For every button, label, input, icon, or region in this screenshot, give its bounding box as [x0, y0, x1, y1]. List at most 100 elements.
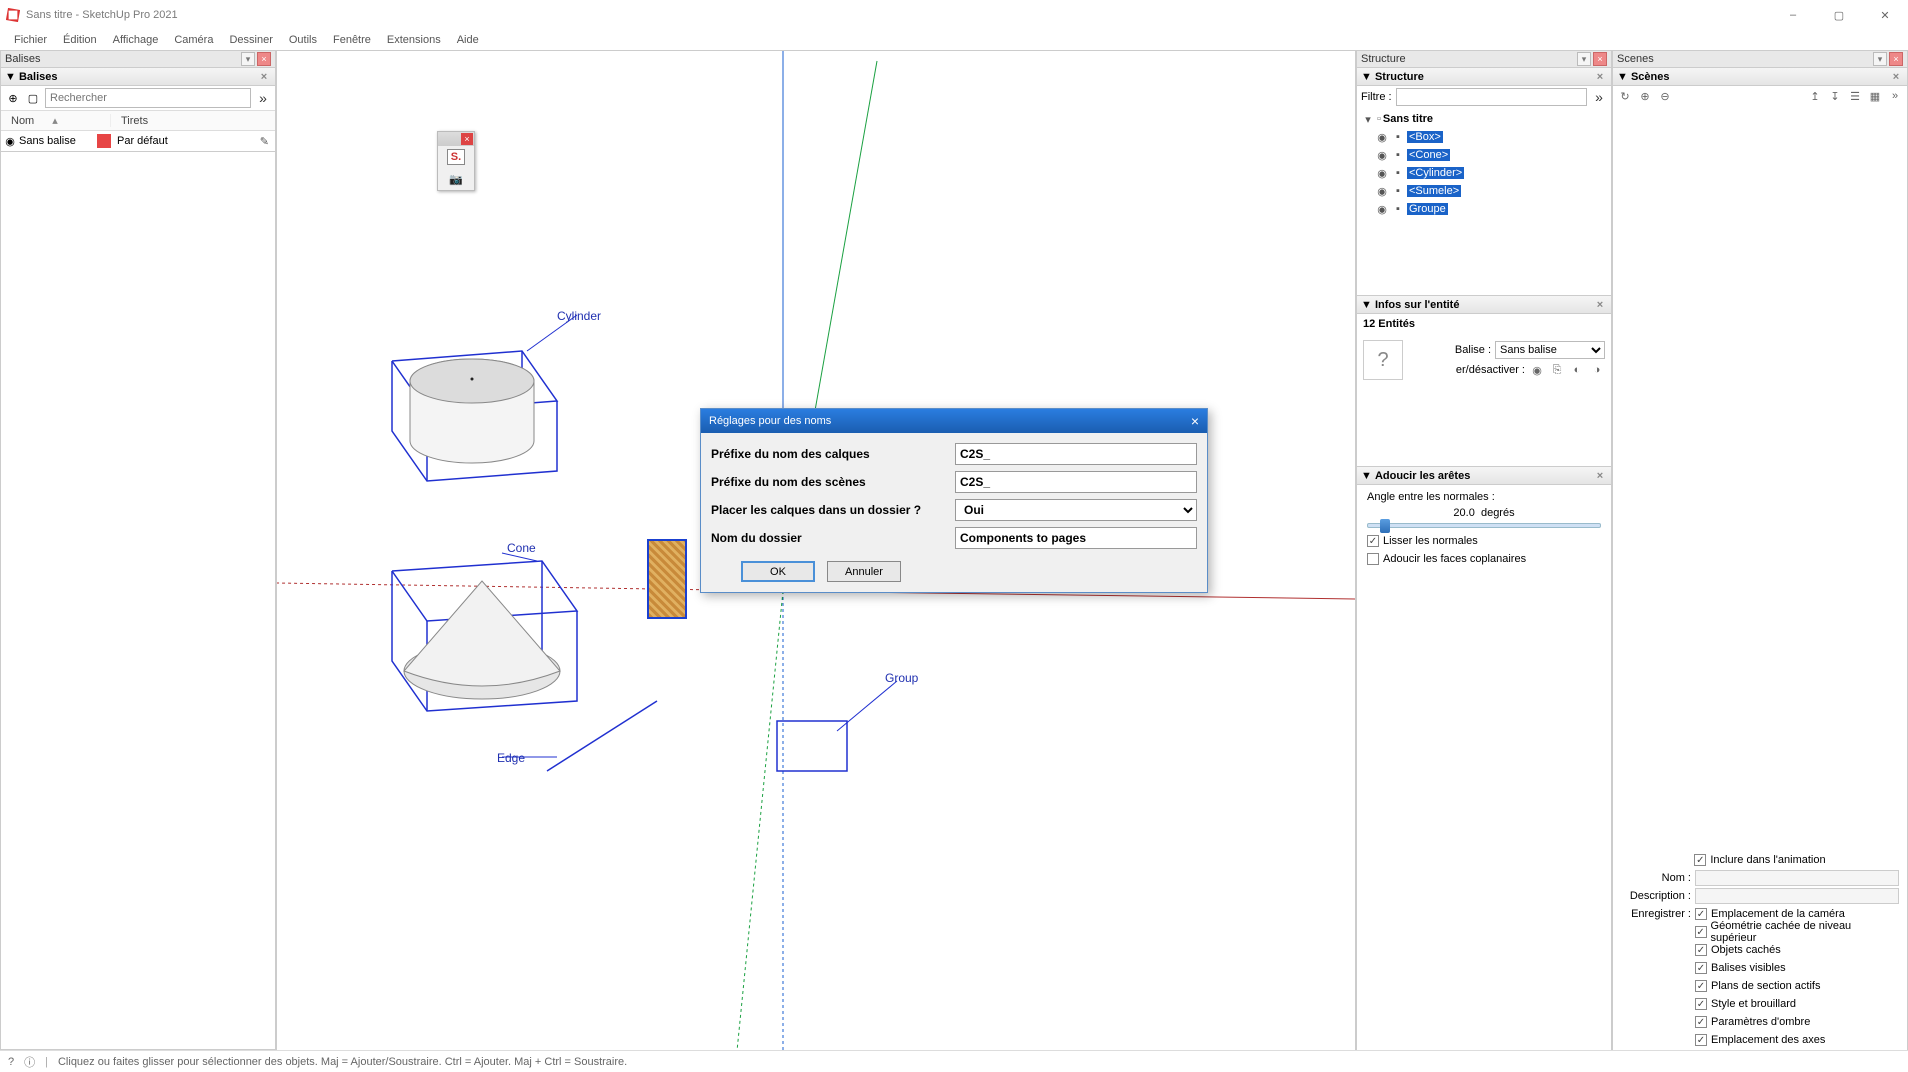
dialog-close-icon[interactable]: ×	[1191, 413, 1199, 429]
scene-opt-checkbox[interactable]: ✓	[1695, 926, 1707, 938]
scene-desc-label: Description :	[1621, 890, 1691, 902]
close-icon[interactable]: ×	[461, 133, 473, 145]
scene-prefix-label: Préfixe du nom des scènes	[711, 475, 955, 489]
window-close-button[interactable]: ✕	[1862, 0, 1908, 30]
structure-dock-title[interactable]: Structure ▾×	[1356, 50, 1612, 68]
receive-shadow-icon[interactable]: ◑	[1589, 362, 1605, 378]
tree-item[interactable]: ◉▪<Cone>	[1375, 146, 1607, 164]
tree-item[interactable]: ◉▪<Cylinder>	[1375, 164, 1607, 182]
dialog-title-bar[interactable]: Réglages pour des noms ×	[701, 409, 1207, 433]
entity-panel-header[interactable]: ▼ Infos sur l'entité ×	[1356, 296, 1612, 314]
tree-item[interactable]: ◉▪<Box>	[1375, 128, 1607, 146]
col-nom[interactable]: Nom	[11, 115, 34, 127]
edit-icon[interactable]: ✎	[260, 135, 269, 148]
window-maximize-button[interactable]: ▢	[1816, 0, 1862, 30]
scene-opt-checkbox[interactable]: ✓	[1695, 1034, 1707, 1046]
close-icon[interactable]: ×	[1889, 52, 1903, 66]
balises-panel-header[interactable]: ▼ Balises ×	[0, 68, 276, 86]
pin-icon[interactable]: ▾	[241, 52, 255, 66]
scene-move-down-icon[interactable]: ↧	[1827, 88, 1843, 104]
entity-thumb-icon: ?	[1363, 340, 1403, 380]
layer-prefix-input[interactable]	[955, 443, 1197, 465]
close-icon[interactable]: ×	[257, 70, 271, 84]
tree-root[interactable]: ▾▫ Sans titre	[1361, 110, 1607, 128]
menu-aide[interactable]: Aide	[451, 33, 485, 47]
menu-fenetre[interactable]: Fenêtre	[327, 33, 377, 47]
soften-panel-label: Adoucir les arêtes	[1375, 470, 1470, 482]
visibility-icon[interactable]: ◉	[1529, 362, 1545, 378]
info-icon[interactable]: ⓘ	[24, 1054, 35, 1070]
tree-item[interactable]: ◉▪<Sumele>	[1375, 182, 1607, 200]
smooth-normals-checkbox[interactable]: ✓	[1367, 535, 1379, 547]
soften-panel-header[interactable]: ▼ Adoucir les arêtes ×	[1356, 467, 1612, 485]
scene-opt-checkbox[interactable]: ✓	[1695, 1016, 1707, 1028]
scene-menu-icon[interactable]: »	[1887, 88, 1903, 104]
menu-dessiner[interactable]: Dessiner	[223, 33, 278, 47]
status-text: Cliquez ou faites glisser pour sélection…	[58, 1056, 627, 1068]
entity-tag-select[interactable]: Sans balise	[1495, 341, 1605, 359]
close-icon[interactable]: ×	[1889, 70, 1903, 84]
window-minimize-button[interactable]: –	[1770, 0, 1816, 30]
visibility-icon[interactable]: ◉	[1, 135, 19, 148]
scene-move-up-icon[interactable]: ↥	[1807, 88, 1823, 104]
add-tag-icon[interactable]: ⊕	[5, 90, 21, 106]
soften-angle-slider[interactable]	[1367, 523, 1601, 528]
scene-opt-checkbox[interactable]: ✓	[1695, 962, 1707, 974]
col-tirets[interactable]: Tirets	[111, 115, 275, 127]
close-icon[interactable]: ×	[1593, 70, 1607, 84]
folder-name-input[interactable]	[955, 527, 1197, 549]
menu-edition[interactable]: Édition	[57, 33, 103, 47]
shadow-icon[interactable]: ◐	[1569, 362, 1585, 378]
close-icon[interactable]: ×	[1593, 52, 1607, 66]
origin-figure	[647, 539, 687, 619]
close-icon[interactable]: ×	[257, 52, 271, 66]
menu-camera[interactable]: Caméra	[168, 33, 219, 47]
scene-name-input[interactable]	[1695, 870, 1899, 886]
pin-icon[interactable]: ▾	[1873, 52, 1887, 66]
scene-prefix-input[interactable]	[955, 471, 1197, 493]
plugin-icon[interactable]: S.	[438, 146, 474, 168]
soften-coplanar-checkbox[interactable]	[1367, 553, 1379, 565]
tag-color-swatch[interactable]	[97, 134, 111, 148]
update-scene-icon[interactable]: ↻	[1617, 88, 1633, 104]
cancel-button[interactable]: Annuler	[827, 561, 901, 582]
menu-extensions[interactable]: Extensions	[381, 33, 447, 47]
tag-row[interactable]: ◉ Sans balise Par défaut ✎	[1, 131, 275, 151]
scene-opt-checkbox[interactable]: ✓	[1695, 944, 1707, 956]
add-folder-icon[interactable]: ▢	[25, 90, 41, 106]
expand-icon[interactable]: »	[255, 90, 271, 106]
scene-opt-checkbox[interactable]: ✓	[1695, 998, 1707, 1010]
outliner-filter-input[interactable]	[1396, 88, 1587, 106]
scenes-dock-title[interactable]: Scenes ▾×	[1612, 50, 1908, 68]
add-scene-icon[interactable]: ⊕	[1637, 88, 1653, 104]
folder-toggle-select[interactable]: Oui	[955, 499, 1197, 521]
angle-label: Angle entre les normales :	[1367, 491, 1601, 503]
expand-icon[interactable]: »	[1591, 89, 1607, 105]
ok-button[interactable]: OK	[741, 561, 815, 582]
dialog-title: Réglages pour des noms	[709, 415, 831, 427]
floating-toolbar[interactable]: × S. 📷	[437, 131, 475, 191]
menubar: Fichier Édition Affichage Caméra Dessine…	[0, 30, 1908, 50]
scene-opt-label: Paramètres d'ombre	[1711, 1016, 1810, 1028]
menu-outils[interactable]: Outils	[283, 33, 323, 47]
tree-item[interactable]: ◉▪Groupe	[1375, 200, 1607, 218]
camera-tool-icon[interactable]: 📷	[438, 168, 474, 190]
lock-icon[interactable]: ⎘	[1549, 362, 1565, 378]
close-icon[interactable]: ×	[1593, 469, 1607, 483]
remove-scene-icon[interactable]: ⊖	[1657, 88, 1673, 104]
scene-thumb-icon[interactable]: ▦	[1867, 88, 1883, 104]
menu-fichier[interactable]: Fichier	[8, 33, 53, 47]
tag-search-input[interactable]	[45, 88, 251, 108]
scene-desc-input[interactable]	[1695, 888, 1899, 904]
pin-icon[interactable]: ▾	[1577, 52, 1591, 66]
help-icon[interactable]: ?	[8, 1056, 14, 1068]
structure-panel-header[interactable]: ▼ Structure ×	[1356, 68, 1612, 86]
scene-list-icon[interactable]: ☰	[1847, 88, 1863, 104]
close-icon[interactable]: ×	[1593, 298, 1607, 312]
balises-dock-title[interactable]: Balises ▾×	[0, 50, 276, 68]
scene-opt-checkbox[interactable]: ✓	[1695, 980, 1707, 992]
scene-opt-checkbox[interactable]: ✓	[1695, 908, 1707, 920]
scenes-panel-header[interactable]: ▼ Scènes ×	[1612, 68, 1908, 86]
menu-affichage[interactable]: Affichage	[107, 33, 165, 47]
include-animation-checkbox[interactable]: ✓	[1694, 854, 1706, 866]
